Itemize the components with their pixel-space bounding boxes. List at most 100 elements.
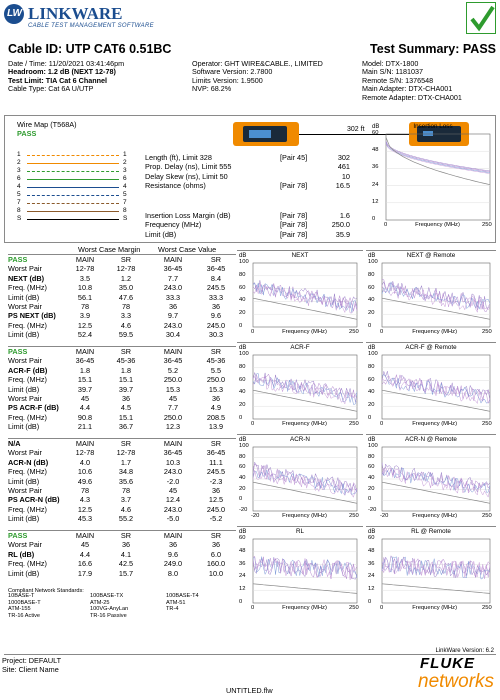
table-cell: 12-78 (116, 264, 136, 274)
y-tick-label: 60 (368, 464, 375, 471)
row-label: RL (dB) (8, 549, 35, 559)
table-row: Freq. (MHz) 15.1 15.1 250.0 250.0 (8, 375, 236, 384)
table-row: N/A MAIN SR MAIN SR (8, 439, 236, 448)
table-cell: 245.5 (206, 467, 226, 477)
y-tick-label: 48 (368, 547, 375, 554)
chart-insertion-loss: dB Insertion Loss 60 48 36 24 12 0 0 Frequency (M… (370, 122, 496, 234)
table-cell: 250.0 (206, 375, 226, 385)
table-cell: 250.0 (163, 412, 183, 422)
table-row: PASS MAIN SR MAIN SR (8, 531, 236, 540)
x-max-label: 250 (349, 421, 359, 427)
wiremap-pin-left: S (17, 215, 22, 222)
table-cell: 4.6 (120, 504, 132, 514)
table-cell: 3.9 (79, 311, 91, 321)
table-cell: 4.5 (120, 403, 132, 413)
row-label: Freq. (MHz) (8, 559, 47, 569)
table-cell: 249.0 (163, 559, 183, 569)
x-max-label: 250 (482, 421, 492, 427)
row-label: Limit (dB) (8, 568, 40, 578)
chart-plot-area (385, 133, 491, 221)
row-label: Freq. (MHz) (8, 375, 47, 385)
table-cell: 243.0 (163, 467, 183, 477)
standard-item: ATM-155 (8, 606, 31, 613)
measurement-row: Resistance (ohms) [Pair 78] 16.5 (145, 182, 350, 191)
table-row: Worst Pair 12-78 12-78 36-45 36-45 (8, 264, 236, 273)
table-cell: 78 (80, 485, 90, 495)
y-tick-label: 100 (368, 259, 378, 265)
chart-title: RL @ Remote (411, 528, 451, 535)
x-axis-label: Frequency (MHz) (282, 513, 327, 519)
project-name: Project: DEFAULT (2, 656, 62, 665)
table-cell: 47.6 (118, 292, 134, 302)
table-cell: 12-78 (116, 448, 136, 458)
y-tick-label: 80 (239, 271, 246, 278)
chart-acr-n: dB ACR-N 100 80 60 40 20 0 -20 -20 Frequency (MHz)… (237, 434, 363, 524)
wiremap-wire (27, 219, 119, 220)
y-tick-label: -20 (239, 507, 248, 513)
y-tick-label: 40 (239, 475, 246, 481)
row-label: Worst Pair (8, 264, 42, 274)
table-row: Freq. (MHz) 12.5 4.6 243.0 245.0 (8, 321, 236, 330)
standard-item: TR-16 Active (8, 612, 41, 619)
wiremap-pin-right: 6 (123, 175, 127, 182)
table-row: Freq. (MHz) 10.6 34.8 243.0 245.5 (8, 467, 236, 476)
table-cell: 9.6 (167, 549, 179, 559)
table-cell: 1.2 (120, 273, 132, 283)
table-cell: -2.0 (166, 476, 180, 486)
row-label: NEXT (dB) (8, 273, 45, 283)
x-max-label: 250 (349, 329, 359, 335)
table-cell: SR (120, 255, 132, 264)
table-cell: -5.0 (166, 514, 180, 524)
chart-plot-area (381, 538, 491, 604)
fluke-logo-text: FLUKE (420, 655, 475, 672)
table-cell: MAIN (163, 347, 183, 356)
measurement-value: 302 (337, 153, 350, 162)
table-cell: 45.3 (77, 514, 93, 524)
measurement-pair: [Pair 78] (280, 229, 308, 239)
y-tick-label: 0 (368, 599, 372, 605)
y-tick-label: 24 (368, 573, 375, 580)
table-cell: 78 (121, 485, 131, 495)
measurement-label: Prop. Delay (ns), Limit 555 (145, 162, 232, 172)
y-tick-label: 40 (368, 297, 375, 304)
table-cell: 36-45 (75, 356, 95, 366)
row-label: Worst Pair (8, 540, 42, 550)
logo-letters: LW (7, 8, 22, 19)
measurement-label: Frequency (MHz) (145, 220, 202, 230)
measurement-pair: [Pair 78] (280, 180, 308, 190)
x-origin-label: 0 (251, 421, 255, 427)
table-cell: 34.8 (118, 467, 134, 477)
standards-list: 10BASE-T 100BASE-TX 100BASE-T4 1000BASE-T AT… (8, 594, 238, 620)
wiremap-pin-left: 4 (17, 183, 21, 190)
table-cell: 49.6 (77, 476, 93, 486)
table-row: Freq. (MHz) 12.5 4.6 243.0 245.0 (8, 505, 236, 514)
wiremap-wire (27, 179, 119, 180)
row-label: PS NEXT (dB) (8, 311, 56, 321)
results-table: PASS MAIN SR MAIN SR Worst Pair 12-78 12-78 36-4… (8, 254, 236, 340)
measurement-pair: [Pair 78] (280, 211, 308, 220)
row-label: Limit (dB) (8, 476, 40, 486)
wiremap-pin-right: 5 (123, 191, 127, 198)
y-tick-label: 24 (372, 181, 379, 188)
y-tick-label: 80 (239, 363, 246, 370)
table-row: PS NEXT (dB) 3.9 3.3 9.7 9.6 (8, 311, 236, 320)
x-axis-label: Frequency (MHz) (282, 605, 327, 611)
y-tick-label: 60 (239, 464, 246, 471)
table-cell: MAIN (163, 255, 183, 264)
y-tick-label: 60 (239, 284, 246, 291)
table-row: PS ACR-N (dB) 4.3 3.7 12.4 12.5 (8, 495, 236, 504)
x-axis-label: Frequency (MHz) (412, 421, 458, 427)
wiremap-pin-right: 8 (123, 207, 127, 214)
limit-line (252, 583, 358, 594)
table-cell: MAIN (163, 531, 183, 540)
x-origin-label: 0 (380, 421, 384, 427)
wiremap-pin-left: 3 (17, 167, 21, 174)
x-max-label: 250 (349, 513, 359, 519)
table-cell: 245.0 (206, 320, 226, 330)
info-mid: Operator: GHT WIRE&CABLE., LIMITED Softw… (192, 59, 323, 94)
chart-plot-area (252, 354, 358, 420)
table-cell: 45 (80, 540, 90, 550)
wiremap-pin-right: 1 (123, 151, 127, 158)
wiremap-pin-left: 7 (17, 199, 21, 206)
table-cell: 36 (211, 393, 221, 403)
